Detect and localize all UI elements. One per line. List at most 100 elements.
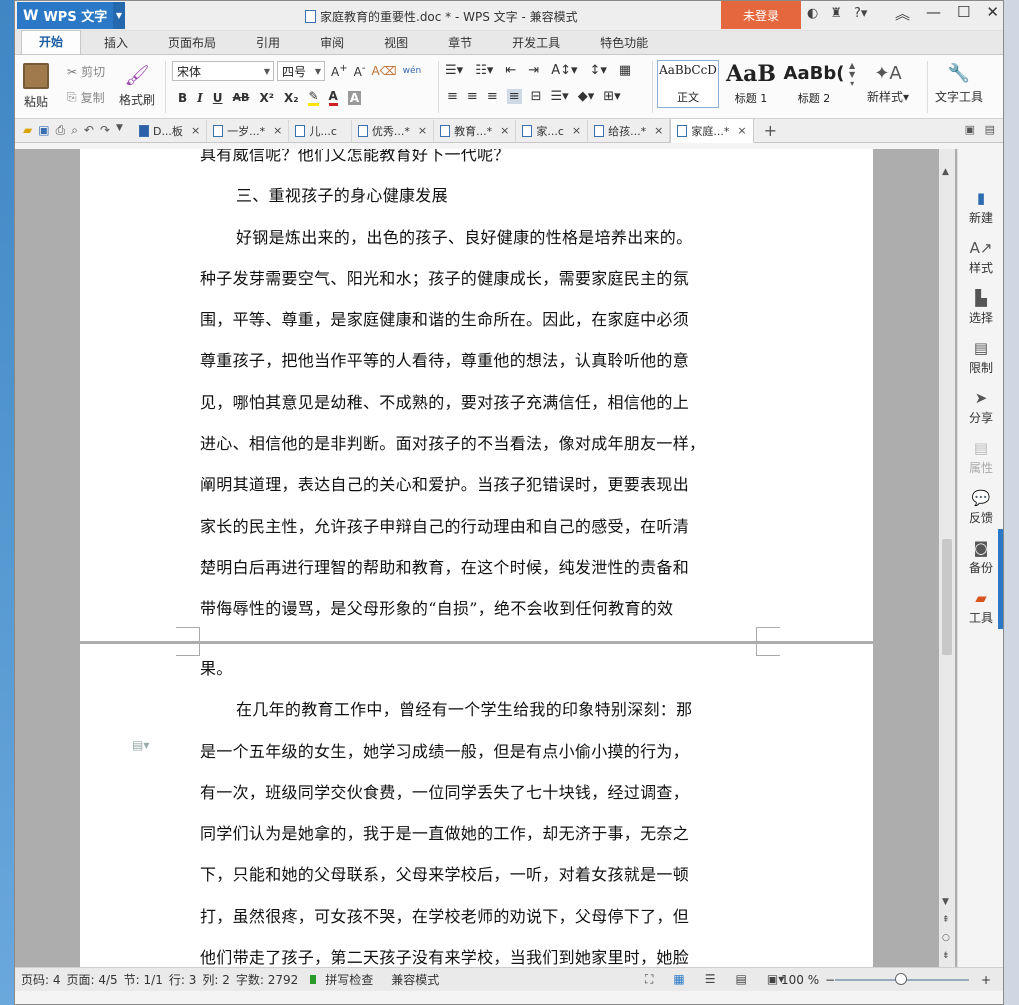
panel-properties-button[interactable]: ▤ 属性 xyxy=(958,439,1003,476)
numbered-list-icon[interactable]: ☷▾ xyxy=(475,63,493,78)
tab-review[interactable]: 审阅 xyxy=(303,32,361,54)
border-icon[interactable]: ⊞▾ xyxy=(603,89,620,104)
customize-icon[interactable]: ▼ xyxy=(116,123,123,138)
superscript-button[interactable]: X² xyxy=(259,91,274,105)
panel-collapse-handle[interactable] xyxy=(998,529,1003,629)
help-icon[interactable]: ?▾ xyxy=(854,6,867,21)
cut-button[interactable]: ✂ 剪切 xyxy=(67,63,105,80)
maximize-icon[interactable]: ☐ xyxy=(957,3,970,24)
tab-page-layout[interactable]: 页面布局 xyxy=(151,32,233,54)
tab-view[interactable]: 视图 xyxy=(367,32,425,54)
text-direction-icon[interactable]: A↕▾ xyxy=(551,63,577,78)
new-tab-icon[interactable]: + xyxy=(764,121,777,140)
login-button[interactable]: 未登录 xyxy=(721,1,801,29)
panel-new-button[interactable]: ▮ 新建 xyxy=(958,189,1003,226)
doc-tab[interactable]: 教育...* × xyxy=(434,119,517,142)
char-shading-icon[interactable]: A xyxy=(347,90,362,105)
close-icon[interactable]: ✕ xyxy=(986,3,999,24)
app-menu-button[interactable]: W WPS 文字 ▼ xyxy=(17,2,125,29)
close-tab-icon[interactable]: × xyxy=(654,124,663,137)
shrink-font-icon[interactable]: A- xyxy=(354,63,366,79)
copy-button[interactable]: ⎘ 复制 xyxy=(67,89,105,106)
bullet-list-icon[interactable]: ☰▾ xyxy=(445,63,463,78)
scroll-down-icon[interactable]: ▼ xyxy=(942,897,949,907)
close-tab-icon[interactable]: × xyxy=(737,124,746,137)
doc-tab[interactable]: D...板 × xyxy=(133,119,208,142)
increase-indent-icon[interactable]: ⇥ xyxy=(528,63,539,78)
doc-tab[interactable]: 给孩...* × xyxy=(588,119,671,142)
fullscreen-icon[interactable]: ⛶ xyxy=(645,972,653,987)
undo-icon[interactable]: ↶ xyxy=(84,123,94,138)
close-tab-icon[interactable]: × xyxy=(500,124,509,137)
redo-icon[interactable]: ↷ xyxy=(100,123,110,138)
style-heading-1[interactable]: AaB 标题 1 xyxy=(721,60,781,108)
panel-select-button[interactable]: ▙ 选择 xyxy=(958,289,1003,326)
underline-button[interactable]: U xyxy=(213,91,223,105)
panel-share-button[interactable]: ➤ 分享 xyxy=(958,389,1003,426)
paragraph-tag-icon[interactable]: ▤▾ xyxy=(132,738,149,752)
font-size-select[interactable]: 四号 ▼ xyxy=(277,61,325,81)
shading-icon[interactable]: ◆▾ xyxy=(578,89,595,104)
zoom-in-icon[interactable]: + xyxy=(981,973,991,987)
tab-list-icon[interactable]: ▣ xyxy=(965,123,975,136)
page-view-icon[interactable]: ▦ xyxy=(673,972,684,987)
skin-icon[interactable]: ◐ xyxy=(807,6,818,21)
document-workspace[interactable]: 具有威信呢？他们又怎能教育好下一代呢？ 三、重视孩子的身心健康发展 好钢是炼出来… xyxy=(15,149,1003,967)
vertical-scrollbar[interactable]: ▲ ▼ ⇞ ○ ⇟ xyxy=(939,149,955,967)
outline-view-icon[interactable]: ☰ xyxy=(705,972,716,987)
format-painter-button[interactable]: 🖌 格式刷 xyxy=(119,63,155,108)
zoom-level[interactable]: 100 % xyxy=(781,973,819,987)
style-gallery-scroll[interactable]: ▲ ▼ ▾ xyxy=(849,61,855,88)
tab-insert[interactable]: 插入 xyxy=(87,32,145,54)
distributed-icon[interactable]: ⊟ xyxy=(531,89,542,104)
panel-restrict-button[interactable]: ▤ 限制 xyxy=(958,339,1003,376)
doc-tab[interactable]: 优秀...* × xyxy=(352,119,435,142)
bold-button[interactable]: B xyxy=(178,91,187,105)
doc-tab-active[interactable]: 家庭...* × xyxy=(670,118,754,143)
grow-font-icon[interactable]: A+ xyxy=(331,63,348,79)
clear-format-icon[interactable]: A⌫ xyxy=(371,64,396,78)
chevron-down-icon[interactable]: ▼ xyxy=(113,2,125,29)
minimize-icon[interactable]: — xyxy=(926,3,941,24)
tab-chapter[interactable]: 章节 xyxy=(431,32,489,54)
paste-button[interactable]: 粘贴 xyxy=(23,63,49,110)
collapse-ribbon-icon[interactable]: ︽ xyxy=(895,3,910,24)
web-view-icon[interactable]: ▤ xyxy=(736,972,747,987)
line-spacing-icon[interactable]: ☰▾ xyxy=(551,89,569,104)
sort-icon[interactable]: ↕▾ xyxy=(590,63,607,78)
zoom-out-icon[interactable]: − xyxy=(825,973,835,987)
status-pages[interactable]: 页面: 4/5 xyxy=(67,971,118,988)
style-heading-2[interactable]: AaBb( 标题 2 xyxy=(783,60,845,108)
select-browse-icon[interactable]: ○ xyxy=(942,933,950,943)
tab-features[interactable]: 特色功能 xyxy=(583,32,665,54)
prev-page-icon[interactable]: ⇞ xyxy=(942,915,950,925)
text-tools-button[interactable]: 🔧 文字工具 xyxy=(935,63,983,105)
next-page-icon[interactable]: ⇟ xyxy=(942,951,950,961)
close-tab-icon[interactable]: × xyxy=(418,124,427,137)
scroll-up-icon[interactable]: ▲ xyxy=(942,167,949,177)
status-word-count[interactable]: 字数: 2792 xyxy=(236,971,298,988)
panel-feedback-button[interactable]: 💬 反馈 xyxy=(958,489,1003,526)
scrollbar-thumb[interactable] xyxy=(942,539,952,655)
panel-style-button[interactable]: A↗ 样式 xyxy=(958,239,1003,276)
table-grid-icon[interactable]: ▦ xyxy=(619,63,631,78)
align-right-icon[interactable]: ≡ xyxy=(487,89,498,104)
highlight-icon[interactable]: ✎ xyxy=(308,89,319,106)
align-justify-icon[interactable]: ≡ xyxy=(506,89,522,104)
close-tab-icon[interactable]: × xyxy=(273,124,282,137)
panel-backup-button[interactable]: ◙ 备份 xyxy=(958,539,1003,576)
save-icon[interactable]: ▣ xyxy=(38,123,49,138)
align-left-icon[interactable]: ≡ xyxy=(447,89,458,104)
tab-home[interactable]: 开始 xyxy=(21,30,82,54)
tab-references[interactable]: 引用 xyxy=(239,32,297,54)
open-folder-icon[interactable]: ▰ xyxy=(23,123,32,138)
strikethrough-button[interactable]: AB xyxy=(233,91,250,104)
tab-menu-icon[interactable]: ▤ xyxy=(985,123,995,136)
decrease-indent-icon[interactable]: ⇤ xyxy=(505,63,516,78)
close-tab-icon[interactable]: × xyxy=(191,124,200,137)
print-preview-icon[interactable]: ⌕ xyxy=(71,123,78,138)
spell-check-toggle[interactable]: 拼写检查 xyxy=(304,971,373,988)
tab-developer[interactable]: 开发工具 xyxy=(495,32,577,54)
italic-button[interactable]: I xyxy=(197,91,203,105)
font-color-icon[interactable]: A xyxy=(328,89,338,106)
